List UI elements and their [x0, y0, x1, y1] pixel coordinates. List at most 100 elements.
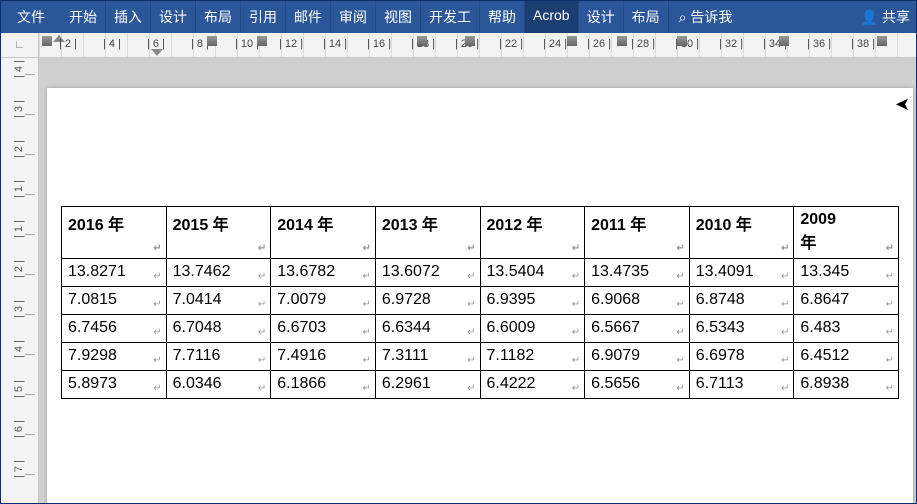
horizontal-ruler[interactable]: | 2 || 4 || 6 || 8 || 10 || 12 || 14 || … — [39, 33, 916, 57]
vertical-ruler[interactable]: | 4 || 3 || 2 || 1 || 1 || 2 || 3 || 4 |… — [1, 58, 39, 503]
tell-me[interactable]: ⌕ 告诉我 — [669, 1, 743, 33]
tab-stop-icon[interactable] — [617, 36, 629, 48]
tab-mailings[interactable]: 邮件 — [286, 1, 331, 33]
table-cell[interactable]: 6.5656↵ — [585, 371, 690, 399]
table-cell[interactable]: 6.6344↵ — [375, 315, 480, 343]
table-header-cell[interactable]: 2009年↵ — [794, 207, 899, 259]
tab-insert[interactable]: 插入 — [106, 1, 151, 33]
table-cell[interactable]: 7.1182↵ — [480, 343, 585, 371]
table-cell[interactable]: 7.3111↵ — [375, 343, 480, 371]
table-cell[interactable]: 6.4222↵ — [480, 371, 585, 399]
tab-help[interactable]: 帮助 — [480, 1, 525, 33]
table-header-cell[interactable]: 2016 年↵ — [62, 207, 167, 259]
table-cell[interactable]: 6.6703↵ — [271, 315, 376, 343]
tab-stop-icon[interactable] — [257, 36, 269, 48]
table-cell[interactable]: 13.4091↵ — [689, 259, 794, 287]
ruler-corner[interactable]: ∟ — [1, 33, 39, 57]
tab-layout[interactable]: 布局 — [196, 1, 241, 33]
cell-value: 6.6703 — [277, 319, 326, 336]
tab-stop-icon[interactable] — [677, 36, 689, 48]
ruler-number: | 26 | — [587, 38, 611, 50]
table-header-cell[interactable]: 2011 年↵ — [585, 207, 690, 259]
table-cell[interactable]: 13.6072↵ — [375, 259, 480, 287]
ruler-number: | 14 | — [323, 38, 347, 50]
document-area[interactable]: ➤ 2016 年↵2015 年↵2014 年↵2013 年↵2012 年↵201… — [39, 58, 916, 503]
table-cell[interactable]: 6.7048↵ — [166, 315, 271, 343]
table-cell[interactable]: 5.8973↵ — [62, 371, 167, 399]
ruler-number: | 10 | — [235, 38, 259, 50]
table-cell[interactable]: 13.7462↵ — [166, 259, 271, 287]
table-cell[interactable]: 7.0414↵ — [166, 287, 271, 315]
cell-value: 6.2961 — [382, 375, 431, 392]
table-cell[interactable]: 6.9728↵ — [375, 287, 480, 315]
table-cell[interactable]: 6.8938↵ — [794, 371, 899, 399]
tab-file[interactable]: 文件 — [1, 1, 61, 33]
tab-review[interactable]: 审阅 — [331, 1, 376, 33]
table-cell[interactable]: 6.7456↵ — [62, 315, 167, 343]
table-cell[interactable]: 13.4735↵ — [585, 259, 690, 287]
ruler-number: | 38 | — [851, 38, 875, 50]
paragraph-mark-icon: ↵ — [781, 299, 789, 310]
table-cell[interactable]: 6.1866↵ — [271, 371, 376, 399]
table-cell[interactable]: 13.345↵ — [794, 259, 899, 287]
paragraph-mark-icon: ↵ — [362, 383, 370, 394]
table-header-cell[interactable]: 2015 年↵ — [166, 207, 271, 259]
table-cell[interactable]: 6.6978↵ — [689, 343, 794, 371]
table-header-cell[interactable]: 2012 年↵ — [480, 207, 585, 259]
paragraph-mark-icon: ↵ — [781, 243, 789, 254]
tab-references[interactable]: 引用 — [241, 1, 286, 33]
tab-developer[interactable]: 开发工 — [421, 1, 480, 33]
vruler-number: | 7 | — [13, 460, 25, 478]
table-cell[interactable]: 6.9068↵ — [585, 287, 690, 315]
tab-stop-icon[interactable] — [465, 36, 477, 48]
tab-acrobat[interactable]: Acrob — [525, 1, 579, 33]
table-cell[interactable]: 7.4916↵ — [271, 343, 376, 371]
table-cell[interactable]: 6.483↵ — [794, 315, 899, 343]
tab-stop-icon[interactable] — [779, 36, 791, 48]
table-cell[interactable]: 6.7113↵ — [689, 371, 794, 399]
tab-view[interactable]: 视图 — [376, 1, 421, 33]
table-cell[interactable]: 13.8271↵ — [62, 259, 167, 287]
cell-value: 7.0079 — [277, 291, 326, 308]
paragraph-mark-icon: ↵ — [572, 243, 580, 254]
table-header-row: 2016 年↵2015 年↵2014 年↵2013 年↵2012 年↵2011 … — [62, 207, 899, 259]
tab-home[interactable]: 开始 — [61, 1, 106, 33]
tab-stop-icon[interactable] — [207, 36, 219, 48]
cell-value: 7.1182 — [487, 347, 535, 364]
table-header-cell[interactable]: 2010 年↵ — [689, 207, 794, 259]
cell-value: 6.6009 — [487, 319, 536, 336]
table-cell[interactable]: 6.5667↵ — [585, 315, 690, 343]
tab-stop-icon[interactable] — [567, 36, 579, 48]
tab-design[interactable]: 设计 — [151, 1, 196, 33]
table-cell[interactable]: 7.9298↵ — [62, 343, 167, 371]
table-cell[interactable]: 13.5404↵ — [480, 259, 585, 287]
table-header-cell[interactable]: 2013 年↵ — [375, 207, 480, 259]
tab-stop-icon[interactable] — [877, 36, 889, 48]
person-icon: 👤 — [861, 9, 878, 26]
table-cell[interactable]: 6.9395↵ — [480, 287, 585, 315]
table-cell[interactable]: 7.7116↵ — [166, 343, 271, 371]
cell-value: 6.6344 — [382, 319, 431, 336]
tab-table-design[interactable]: 设计 — [579, 1, 624, 33]
table-cell[interactable]: 6.6009↵ — [480, 315, 585, 343]
table-cell[interactable]: 13.6782↵ — [271, 259, 376, 287]
data-table[interactable]: 2016 年↵2015 年↵2014 年↵2013 年↵2012 年↵2011 … — [61, 206, 899, 399]
table-cell[interactable]: 6.4512↵ — [794, 343, 899, 371]
ruler-number: | 16 | — [367, 38, 391, 50]
table-cell[interactable]: 6.0346↵ — [166, 371, 271, 399]
share-button[interactable]: 👤 共享 — [851, 1, 916, 33]
table-cell[interactable]: 6.9079↵ — [585, 343, 690, 371]
table-cell[interactable]: 6.2961↵ — [375, 371, 480, 399]
vruler-number: | 3 | — [13, 100, 25, 118]
table-cell[interactable]: 7.0815↵ — [62, 287, 167, 315]
ruler-number: | 24 | — [543, 38, 567, 50]
tab-stop-icon[interactable] — [417, 36, 429, 48]
table-cell[interactable]: 6.5343↵ — [689, 315, 794, 343]
tab-stop-icon[interactable] — [42, 36, 54, 48]
table-cell[interactable]: 6.8748↵ — [689, 287, 794, 315]
tab-table-layout[interactable]: 布局 — [624, 1, 669, 33]
table-cell[interactable]: 6.8647↵ — [794, 287, 899, 315]
table-cell[interactable]: 7.0079↵ — [271, 287, 376, 315]
hanging-indent-marker-icon[interactable] — [151, 49, 163, 56]
table-header-cell[interactable]: 2014 年↵ — [271, 207, 376, 259]
